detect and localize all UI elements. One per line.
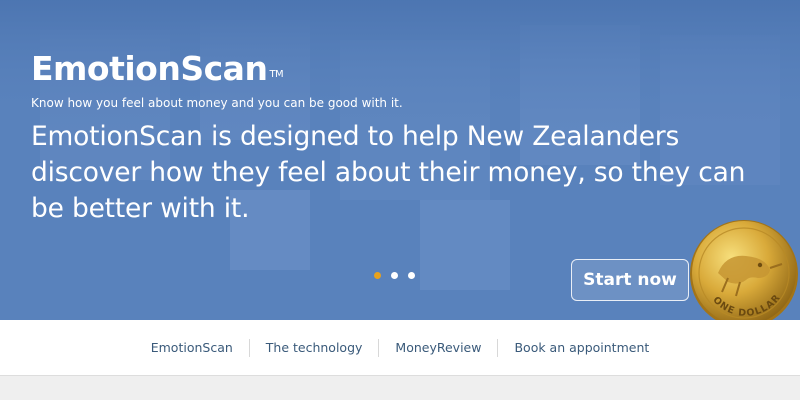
hero-banner: EmotionScan TM Know how you feel about mo… — [0, 0, 800, 320]
nav-item-book-an-appointment[interactable]: Book an appointment — [498, 339, 665, 357]
main-nav: EmotionScan The technology MoneyReview B… — [0, 320, 800, 376]
carousel-dot-3[interactable] — [408, 272, 415, 279]
carousel-indicators — [374, 272, 415, 279]
logo-trademark: TM — [269, 69, 284, 80]
brand-logo[interactable]: EmotionScan TM — [31, 49, 284, 88]
carousel-dot-2[interactable] — [391, 272, 398, 279]
hero-headline: EmotionScan is designed to help New Zeal… — [31, 121, 746, 224]
nav-item-moneyreview[interactable]: MoneyReview — [379, 339, 497, 357]
nav-item-emotionscan[interactable]: EmotionScan — [135, 339, 249, 357]
start-now-button[interactable]: Start now — [571, 259, 689, 301]
nav-item-the-technology[interactable]: The technology — [250, 339, 379, 357]
tagline: Know how you feel about money and you ca… — [31, 96, 403, 110]
one-dollar-coin-icon: ONE DOLLAR — [690, 220, 798, 334]
logo-text: EmotionScan — [31, 49, 268, 88]
carousel-dot-1[interactable] — [374, 272, 381, 279]
